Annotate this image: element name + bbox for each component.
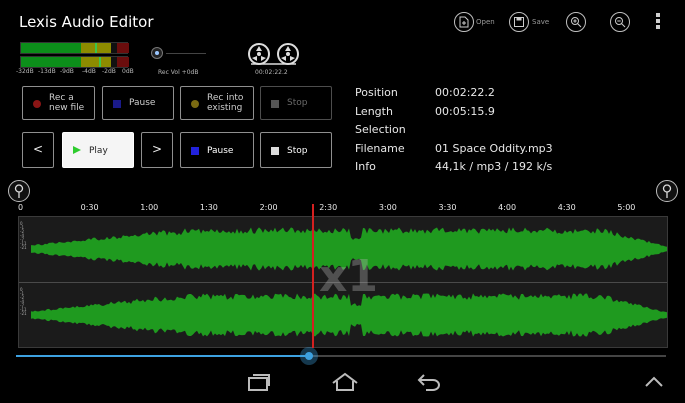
app-window: Lexis Audio Editor Open Save -32dB -13dB… (6, 6, 679, 398)
time-tick-label: 0:30 (80, 203, 99, 212)
meter-scale-label: 0dB (122, 68, 134, 75)
action-bar: Lexis Audio Editor Open Save (6, 6, 679, 40)
rec-vol-slider-knob[interactable] (151, 47, 163, 59)
time-tick-label: 3:00 (378, 203, 397, 212)
meter-scale-label: -2dB (102, 68, 116, 75)
time-tick-label: 4:00 (498, 203, 517, 212)
selection-label: Selection (355, 123, 406, 136)
chevron-left-icon: < (32, 142, 44, 156)
rec-vol-slider-track[interactable] (166, 53, 206, 54)
time-tick-label: 2:30 (319, 203, 338, 212)
open-file-icon (459, 16, 469, 28)
overflow-menu-icon (652, 13, 664, 29)
stop-record-label: Stop (287, 98, 308, 108)
db-scale-label: -21 (20, 311, 27, 316)
zoom-in-button[interactable] (566, 12, 586, 32)
start-marker-button[interactable] (8, 180, 30, 202)
stop-icon (271, 147, 279, 155)
filename-value: 01 Space Oddity.mp3 (435, 142, 553, 155)
playhead-cursor[interactable] (311, 204, 314, 348)
record-icon (33, 100, 41, 108)
save-button[interactable] (509, 12, 529, 32)
length-label: Length (355, 105, 393, 118)
time-tick-label: 2:00 (259, 203, 278, 212)
rec-into-existing-label: Rec into existing (207, 93, 244, 113)
play-button[interactable]: Play (62, 132, 134, 168)
meter-scale-label: -4dB (82, 68, 96, 75)
pause-icon (191, 147, 199, 155)
meter-scale-label: -13dB (38, 68, 56, 75)
system-nav-bar (6, 366, 679, 398)
info-label: Info (355, 160, 376, 173)
level-meter-right (20, 56, 129, 68)
pause-play-label: Pause (207, 146, 234, 156)
level-meter-left (20, 42, 129, 54)
time-ruler[interactable]: 0 0:30 1:00 1:30 2:00 2:30 3:00 3:30 4:00 4:30 5:… (18, 203, 668, 217)
rec-vol-label: Rec Vol +0dB (158, 69, 199, 76)
time-tick-label: 1:30 (199, 203, 218, 212)
filename-label: Filename (355, 142, 405, 155)
reel-time: 00:02:22.2 (255, 69, 288, 76)
zoom-level: x1 (319, 251, 378, 302)
open-label: Open (476, 18, 495, 26)
recent-apps-icon[interactable] (246, 372, 272, 392)
stop-play-button[interactable]: Stop (260, 132, 332, 168)
length-value: 00:05:15.9 (435, 105, 495, 118)
stop-record-button[interactable]: Stop (260, 86, 332, 120)
map-pin-icon (662, 184, 672, 198)
app-title: Lexis Audio Editor (19, 13, 154, 31)
rec-new-file-button[interactable]: Rec a new file (22, 86, 95, 120)
seek-bar-progress (16, 355, 309, 357)
play-icon (73, 146, 81, 154)
time-tick-label: 3:30 (438, 203, 457, 212)
record-icon (191, 100, 199, 108)
rec-into-existing-button[interactable]: Rec into existing (180, 86, 254, 120)
seek-bar[interactable] (16, 347, 666, 365)
position-label: Position (355, 86, 398, 99)
pause-icon (113, 100, 121, 108)
pause-record-label: Pause (129, 98, 156, 108)
save-label: Save (532, 18, 550, 26)
time-tick-label: 4:30 (557, 203, 576, 212)
seek-bar-thumb[interactable] (299, 347, 318, 365)
time-tick-label: 1:00 (140, 203, 159, 212)
map-pin-icon (14, 184, 24, 198)
zoom-out-button[interactable] (610, 12, 630, 32)
db-scale-bottom: 0 -1 -2 -4 -7 -11 -21 (19, 283, 31, 349)
position-value: 00:02:22.2 (435, 86, 495, 99)
meter-scale-label: -32dB (16, 68, 34, 75)
pause-play-button[interactable]: Pause (180, 132, 254, 168)
zoom-out-icon (615, 17, 626, 28)
stop-icon (271, 100, 279, 108)
home-icon[interactable] (331, 372, 359, 392)
meter-scale-label: -9dB (60, 68, 74, 75)
time-tick-label: 0 (18, 203, 24, 212)
pause-record-button[interactable]: Pause (102, 86, 174, 120)
play-label: Play (89, 146, 108, 156)
chevron-up-icon[interactable] (644, 376, 664, 388)
rec-new-file-label: Rec a new file (49, 93, 85, 113)
back-icon[interactable] (416, 372, 442, 392)
zoom-in-icon (571, 17, 582, 28)
open-button[interactable] (454, 12, 474, 32)
info-value: 44,1k / mp3 / 192 k/s (435, 160, 553, 173)
time-tick-label: 5:00 (617, 203, 636, 212)
previous-button[interactable]: < (22, 132, 54, 168)
next-button[interactable]: > (141, 132, 173, 168)
chevron-right-icon: > (151, 142, 163, 156)
save-icon (514, 17, 524, 27)
end-marker-button[interactable] (656, 180, 678, 202)
stop-play-label: Stop (287, 146, 308, 156)
db-scale-label: -21 (20, 245, 27, 250)
tape-reels-icon (248, 43, 299, 65)
overflow-menu-button[interactable] (652, 11, 664, 33)
